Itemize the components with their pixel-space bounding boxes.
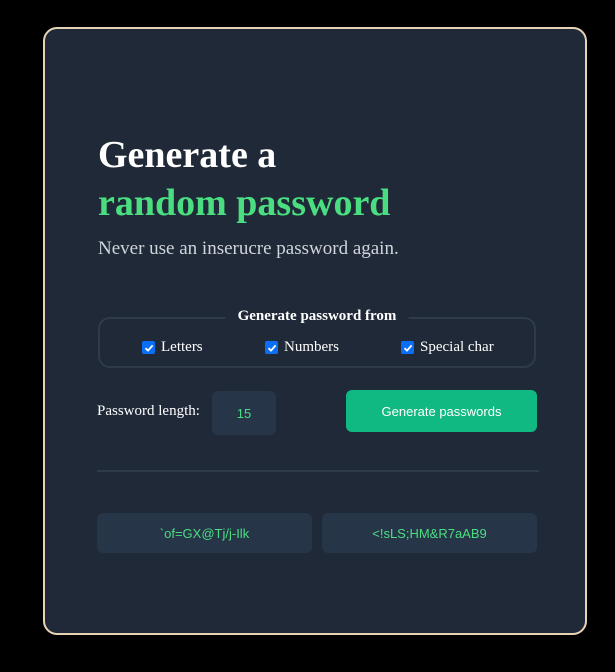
- letters-label: Letters: [161, 339, 203, 355]
- character-options-group: Generate password from Letters Numbers S…: [98, 308, 536, 368]
- title-line-2: random password: [98, 182, 391, 224]
- divider: [97, 470, 539, 472]
- letters-checkbox[interactable]: [142, 341, 155, 354]
- page-subtitle: Never use an inserucre password again.: [98, 238, 399, 259]
- password-output-2[interactable]: <!sLS;HM&R7aAB9: [322, 513, 537, 553]
- password-output-1[interactable]: `of=GX@Tj/j-Ilk: [97, 513, 312, 553]
- password-length-input[interactable]: 15: [212, 391, 276, 435]
- special-char-checkbox[interactable]: [401, 341, 414, 354]
- page-title: Generate a random password: [98, 131, 390, 227]
- special-char-option[interactable]: Special char: [401, 339, 494, 356]
- checkmark-icon: [267, 344, 276, 352]
- numbers-option[interactable]: Numbers: [265, 339, 339, 356]
- special-char-label: Special char: [420, 339, 494, 355]
- title-line-1: Generate a: [98, 134, 277, 176]
- generate-passwords-button[interactable]: Generate passwords: [346, 390, 537, 432]
- checkmark-icon: [403, 344, 412, 352]
- numbers-label: Numbers: [284, 339, 339, 355]
- numbers-checkbox[interactable]: [265, 341, 278, 354]
- password-length-label: Password length:: [97, 403, 200, 419]
- letters-option[interactable]: Letters: [142, 339, 203, 356]
- password-generator-card: Generate a random password Never use an …: [43, 27, 587, 635]
- checkmark-icon: [144, 344, 153, 352]
- options-legend: Generate password from: [225, 308, 409, 325]
